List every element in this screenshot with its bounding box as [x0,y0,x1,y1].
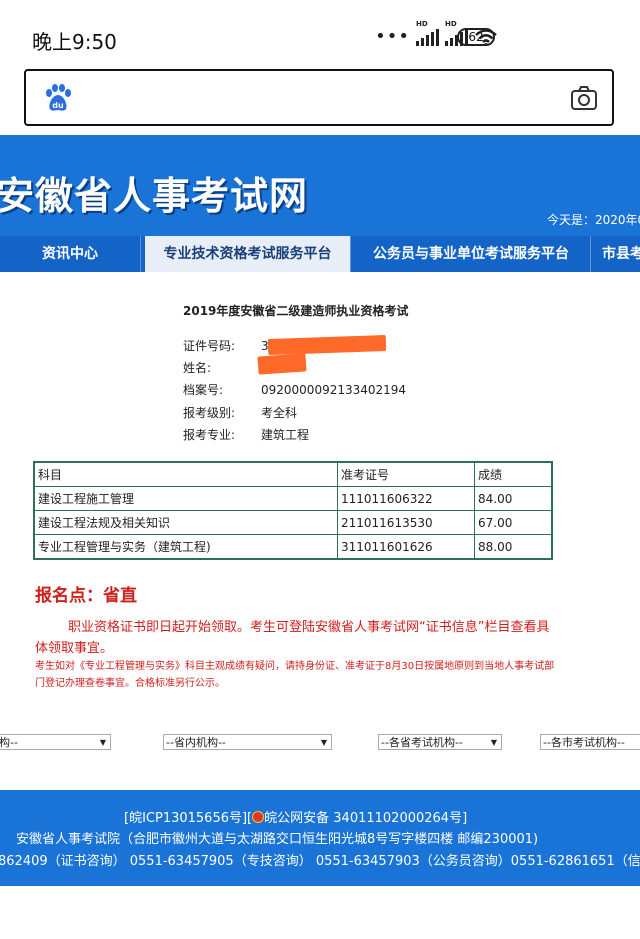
score-table: 科目 准考证号 成绩 建设工程施工管理 111011606322 84.00 建… [33,461,553,560]
search-bar[interactable]: du [24,69,614,126]
hd-label: HD [416,20,428,28]
site-banner: 安徽省人事考试网 今天是：2020年0 [0,135,640,236]
file-no-label: 档案号: [183,383,224,397]
select-value: --各省考试机构-- [381,736,463,749]
org-select-1[interactable]: 构-- ▼ [0,734,111,750]
subject-cell: 专业工程管理与实务（建筑工程) [33,534,338,560]
info-row-file-no: 档案号: 0920000092133402194 [183,381,406,398]
nav-item-professional-exam[interactable]: 专业技术资格考试服务平台 [145,236,351,272]
icp-record[interactable]: [皖ICP13015656号][ 皖公网安备 34011102000264号] [124,807,467,826]
name-label: 姓名: [183,361,212,375]
id-label: 证件号码: [183,339,236,353]
police-record-text: 皖公网安备 34011102000264号] [264,811,468,826]
subject-cell: 建设工程法规及相关知识 [33,510,338,535]
score-cell: 84.00 [474,486,553,511]
provincial-exam-org-select[interactable]: --各省考试机构-- ▼ [378,734,502,750]
svg-text:du: du [52,101,64,110]
icp-text: [皖ICP13015656号][ [124,811,253,826]
table-header-row: 科目 准考证号 成绩 [33,461,553,487]
ticket-cell: 111011606322 [337,486,475,511]
table-row: 建设工程施工管理 111011606322 84.00 [33,486,553,511]
nav-item-news[interactable]: 资讯中心 [0,236,141,272]
site-footer: [皖ICP13015656号][ 皖公网安备 34011102000264号] 安… [0,790,640,886]
file-no-value: 0920000092133402194 [261,383,407,397]
camera-icon[interactable] [570,85,598,111]
level-label: 报考级别: [183,406,236,420]
select-value: 构-- [0,736,18,749]
site-title: 安徽省人事考试网 [0,174,309,218]
status-bar: 晚上9:50 ••• HD HD 62 [0,0,640,70]
dropdown-arrow-icon: ▼ [99,738,106,747]
nav-item-city-county[interactable]: 市县考 [592,236,640,272]
info-row-name: 姓名: [183,359,261,376]
more-dots-icon: ••• [375,26,410,47]
province-org-select[interactable]: --省内机构-- ▼ [163,734,332,750]
review-notice: 考生如对《专业工程管理与实务》科目主观成绩有疑问，请持身份证、准考证于8月30日… [35,661,555,689]
major-label: 报考专业: [183,428,236,442]
ticket-cell: 211011613530 [337,510,475,535]
major-value: 建筑工程 [261,428,310,442]
redaction-mark-name [257,353,307,375]
header-ticket-no: 准考证号 [337,461,475,487]
select-value: --各市考试机构-- [543,736,625,749]
main-nav: 资讯中心 专业技术资格考试服务平台 公务员与事业单位考试服务平台 市县考 [0,236,640,272]
police-badge-icon [252,811,265,823]
info-row-major: 报考专业: 建筑工程 [183,426,309,443]
score-cell: 88.00 [474,534,553,560]
status-time: 晚上9:50 [32,30,117,54]
today-date: 今天是：2020年0 [547,213,640,227]
table-row: 专业工程管理与实务（建筑工程) 311011601626 88.00 [33,534,553,560]
score-cell: 67.00 [474,510,553,535]
select-value: --省内机构-- [166,736,226,749]
redaction-mark-id [267,334,387,356]
info-row-level: 报考级别: 考全科 [183,404,297,421]
certificate-notice: 职业资格证书即日起开始领取。考生可登陆安徽省人事考试网“证书信息”栏目查看具体领… [35,620,550,656]
battery-icon: 62 [457,28,495,46]
subject-cell: 建设工程施工管理 [33,486,338,511]
header-score: 成绩 [474,461,553,487]
hd-label-2: HD [445,20,457,28]
footer-phones: 862409（证书咨询） 0551-63457905（专技咨询） 0551-63… [0,854,640,869]
header-subject: 科目 [33,461,338,487]
exam-title: 2019年度安徽省二级建造师执业资格考试 [183,304,409,318]
footer-address: 安徽省人事考试院（合肥市徽州大道与太湖路交口恒生阳光城8号写字楼四楼 邮编230… [16,832,539,847]
nav-item-civil-servant-exam[interactable]: 公务员与事业单位考试服务平台 [352,236,591,272]
table-row: 建设工程法规及相关知识 211011613530 67.00 [33,510,553,535]
ticket-cell: 311011601626 [337,534,475,560]
info-row-id: 证件号码:34 [183,337,276,354]
dropdown-arrow-icon: ▼ [490,738,497,747]
registration-point: 报名点：省直 [35,586,137,606]
signal-hd-icon: HD [416,20,439,46]
baidu-paw-icon[interactable]: du [44,83,72,113]
city-exam-org-select[interactable]: --各市考试机构-- [540,734,640,750]
dropdown-arrow-icon: ▼ [320,738,327,747]
level-value: 考全科 [261,406,298,420]
